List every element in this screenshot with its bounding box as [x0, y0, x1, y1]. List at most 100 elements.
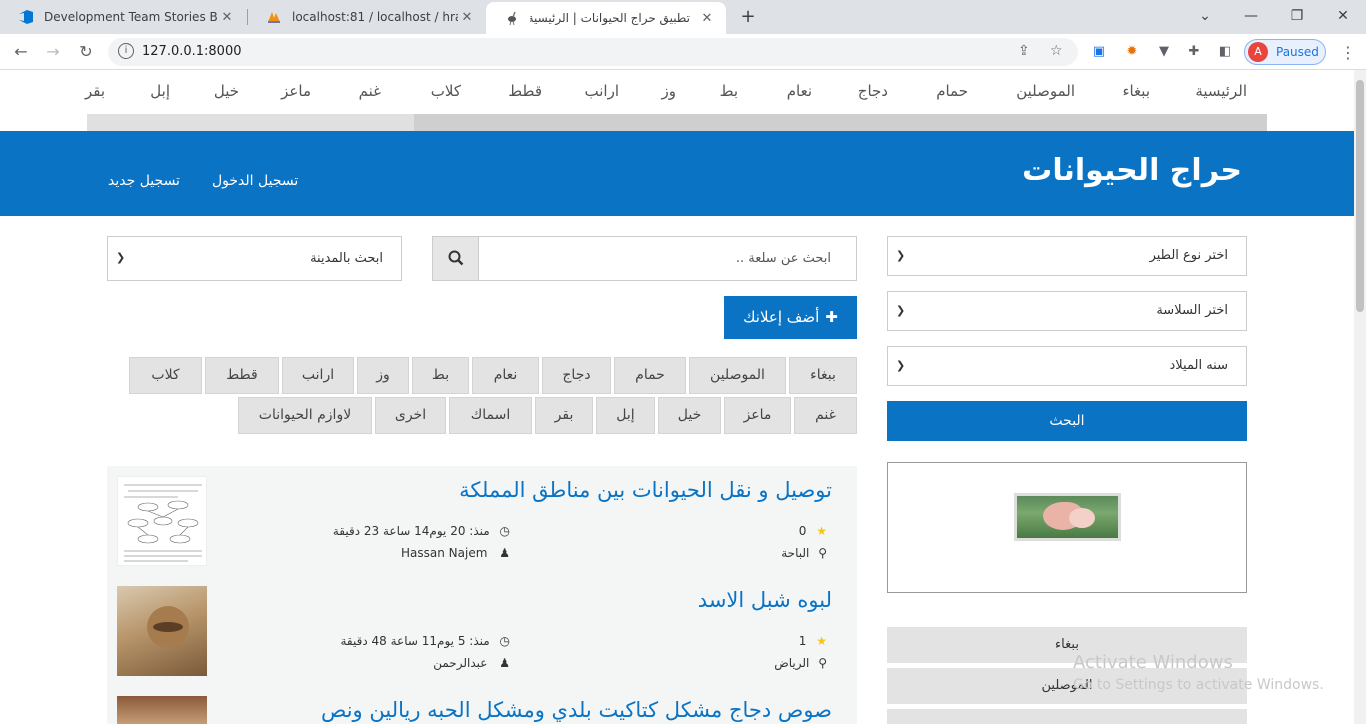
address-bar[interactable]: i 127.0.0.1:8000 ⇪ ☆: [108, 38, 1078, 66]
listing-thumbnail[interactable]: [117, 696, 207, 724]
search-input[interactable]: ابحث عن سلعة ..: [736, 251, 831, 266]
listing-title[interactable]: توصيل و نقل الحيوانات بين مناطق المملكة: [459, 478, 832, 502]
restore-button[interactable]: ❐: [1282, 4, 1312, 28]
nav-item-rabbits[interactable]: ارانب: [585, 82, 619, 100]
listing-thumbnail[interactable]: [117, 476, 207, 566]
category-duck[interactable]: بط: [412, 357, 469, 394]
nav-scroll-bar[interactable]: [87, 114, 1267, 131]
tab-development-board[interactable]: Development Team Stories Board ✕: [0, 0, 246, 34]
nav-item-sheep[interactable]: غنم: [359, 82, 381, 100]
listing-card[interactable]: توصيل و نقل الحيوانات بين مناطق المملكة …: [107, 466, 857, 576]
category-goose[interactable]: وز: [357, 357, 409, 394]
extension-icon[interactable]: ✹: [1124, 44, 1140, 60]
category-pigeons[interactable]: حمام: [614, 357, 686, 394]
listing-card[interactable]: لبوه شبل الاسد ★ 1 ⚲ الرياض ◷ منذ: 5 يوم…: [107, 576, 857, 686]
forward-arrow-icon[interactable]: →: [42, 41, 64, 63]
category-dogs[interactable]: كلاب: [129, 357, 202, 394]
register-link[interactable]: تسجيل جديد: [108, 173, 180, 189]
close-icon[interactable]: ✕: [698, 11, 716, 26]
share-icon[interactable]: ⇪: [1018, 43, 1030, 59]
side-panel-icon[interactable]: ◧: [1217, 44, 1233, 60]
category-cats[interactable]: قطط: [205, 357, 279, 394]
nav-item-duck[interactable]: بط: [720, 82, 738, 100]
back-arrow-icon[interactable]: ←: [10, 41, 32, 63]
nav-item-chicken[interactable]: دجاج: [858, 82, 888, 100]
sidebar-category[interactable]: [887, 709, 1247, 724]
site-logo[interactable]: حراج الحيوانات: [1022, 153, 1242, 188]
nav-item-cats[interactable]: قطط: [508, 82, 542, 100]
nav-item-ostrich[interactable]: نعام: [787, 82, 812, 100]
category-fish[interactable]: اسماك: [449, 397, 532, 434]
nav-item-goats[interactable]: ماعز: [281, 82, 311, 100]
nav-item-pigeons[interactable]: حمام: [936, 82, 968, 100]
bird-type-select[interactable]: اختر نوع الطير ❯: [887, 236, 1247, 276]
puzzle-extensions-icon[interactable]: ✚: [1186, 44, 1202, 60]
nav-item-cows[interactable]: بقر: [85, 82, 105, 100]
category-camels[interactable]: إبل: [596, 397, 655, 434]
category-cows[interactable]: بقر: [535, 397, 593, 434]
listing-rating: ★ 1: [799, 634, 827, 648]
category-parrot[interactable]: ببغاء: [789, 357, 857, 394]
category-chicken[interactable]: دجاج: [542, 357, 611, 394]
tab-title: تطبيق حراج الحيوانات | الرئيسية: [530, 11, 690, 25]
site-info-icon[interactable]: i: [118, 43, 134, 59]
close-icon[interactable]: ✕: [218, 10, 236, 25]
birth-year-select[interactable]: سنه الميلاد ❯: [887, 346, 1247, 386]
nav-item-goose[interactable]: وز: [662, 82, 677, 100]
more-menu-icon[interactable]: ⋮: [1340, 43, 1356, 62]
user-name[interactable]: Hassan Najem: [401, 546, 487, 560]
listing-city: ⚲ الباحة: [781, 546, 827, 560]
category-mosul[interactable]: الموصلين: [689, 357, 786, 394]
listing-time: ◷ منذ: 20 يوم14 ساعة 23 دقيقة: [333, 524, 510, 538]
category-horses[interactable]: خيل: [658, 397, 721, 434]
nav-item-dogs[interactable]: كلاب: [431, 82, 461, 100]
nav-item-camels[interactable]: إبل: [150, 82, 170, 100]
nav-item-mosul[interactable]: الموصلين: [1016, 82, 1075, 100]
category-sheep[interactable]: غنم: [794, 397, 857, 434]
nav-scroll-thumb[interactable]: [414, 114, 1267, 131]
ad-image[interactable]: [1014, 493, 1121, 541]
filter-search-button[interactable]: البحث: [887, 401, 1247, 441]
page-scrollbar-thumb[interactable]: [1356, 80, 1364, 312]
close-window-button[interactable]: ✕: [1328, 4, 1358, 28]
minimize-button[interactable]: —: [1236, 4, 1266, 28]
category-supplies[interactable]: لاوازم الحيوانات: [238, 397, 372, 434]
user-icon: ♟: [499, 546, 510, 560]
listing-city: ⚲ الرياض: [774, 656, 827, 670]
tab-active-app[interactable]: تطبيق حراج الحيوانات | الرئيسية ✕: [486, 2, 726, 34]
activate-windows-title: Activate Windows: [1073, 652, 1233, 673]
category-goats[interactable]: ماعز: [724, 397, 791, 434]
tab-title: localhost:81 / localhost / hraj | ph: [292, 10, 458, 24]
tab-search-chevron-icon[interactable]: ⌄: [1190, 4, 1220, 28]
browser-toolbar: ← → ↻ i 127.0.0.1:8000 ⇪ ☆ ▣ ✹ ▼ ✚ ◧ A P…: [0, 34, 1366, 70]
listing-title[interactable]: صوص دجاج مشكل كتاكيت بلدي ومشكل الحبه ري…: [321, 698, 832, 722]
nav-item-parrot[interactable]: ببغاء: [1122, 82, 1150, 100]
add-ad-button[interactable]: أضف إعلانك ✚: [724, 296, 857, 339]
search-icon[interactable]: [433, 237, 479, 280]
new-tab-button[interactable]: +: [738, 7, 758, 27]
close-icon[interactable]: ✕: [458, 10, 476, 25]
ostrich-icon: [504, 10, 520, 26]
category-ostrich[interactable]: نعام: [472, 357, 539, 394]
nav-item-horses[interactable]: خيل: [214, 82, 239, 100]
profile-status: Paused: [1276, 45, 1319, 59]
breed-select[interactable]: اختر السلاسة ❯: [887, 291, 1247, 331]
profile-button[interactable]: A Paused: [1244, 39, 1326, 65]
nav-item-home[interactable]: الرئيسية: [1195, 82, 1247, 100]
listing-thumbnail[interactable]: [117, 586, 207, 676]
reload-icon[interactable]: ↻: [75, 41, 97, 63]
listing-title[interactable]: لبوه شبل الاسد: [698, 588, 832, 612]
login-link[interactable]: تسجيل الدخول: [212, 173, 298, 189]
category-other[interactable]: اخرى: [375, 397, 446, 434]
city-name: الرياض: [774, 656, 810, 670]
extension-icon[interactable]: ▼: [1156, 44, 1172, 60]
category-rabbits[interactable]: ارانب: [282, 357, 354, 394]
listing-card[interactable]: صوص دجاج مشكل كتاكيت بلدي ومشكل الحبه ري…: [107, 686, 857, 724]
bookmark-star-icon[interactable]: ☆: [1050, 43, 1063, 59]
user-icon: ♟: [499, 656, 510, 670]
extension-icon[interactable]: ▣: [1091, 44, 1107, 60]
user-name[interactable]: عبدالرحمن: [433, 656, 487, 670]
tab-phpmyadmin[interactable]: localhost:81 / localhost / hraj | ph ✕: [248, 0, 486, 34]
city-select[interactable]: ابحث بالمدينة ❯: [107, 236, 402, 281]
url-text[interactable]: 127.0.0.1:8000: [142, 44, 242, 59]
